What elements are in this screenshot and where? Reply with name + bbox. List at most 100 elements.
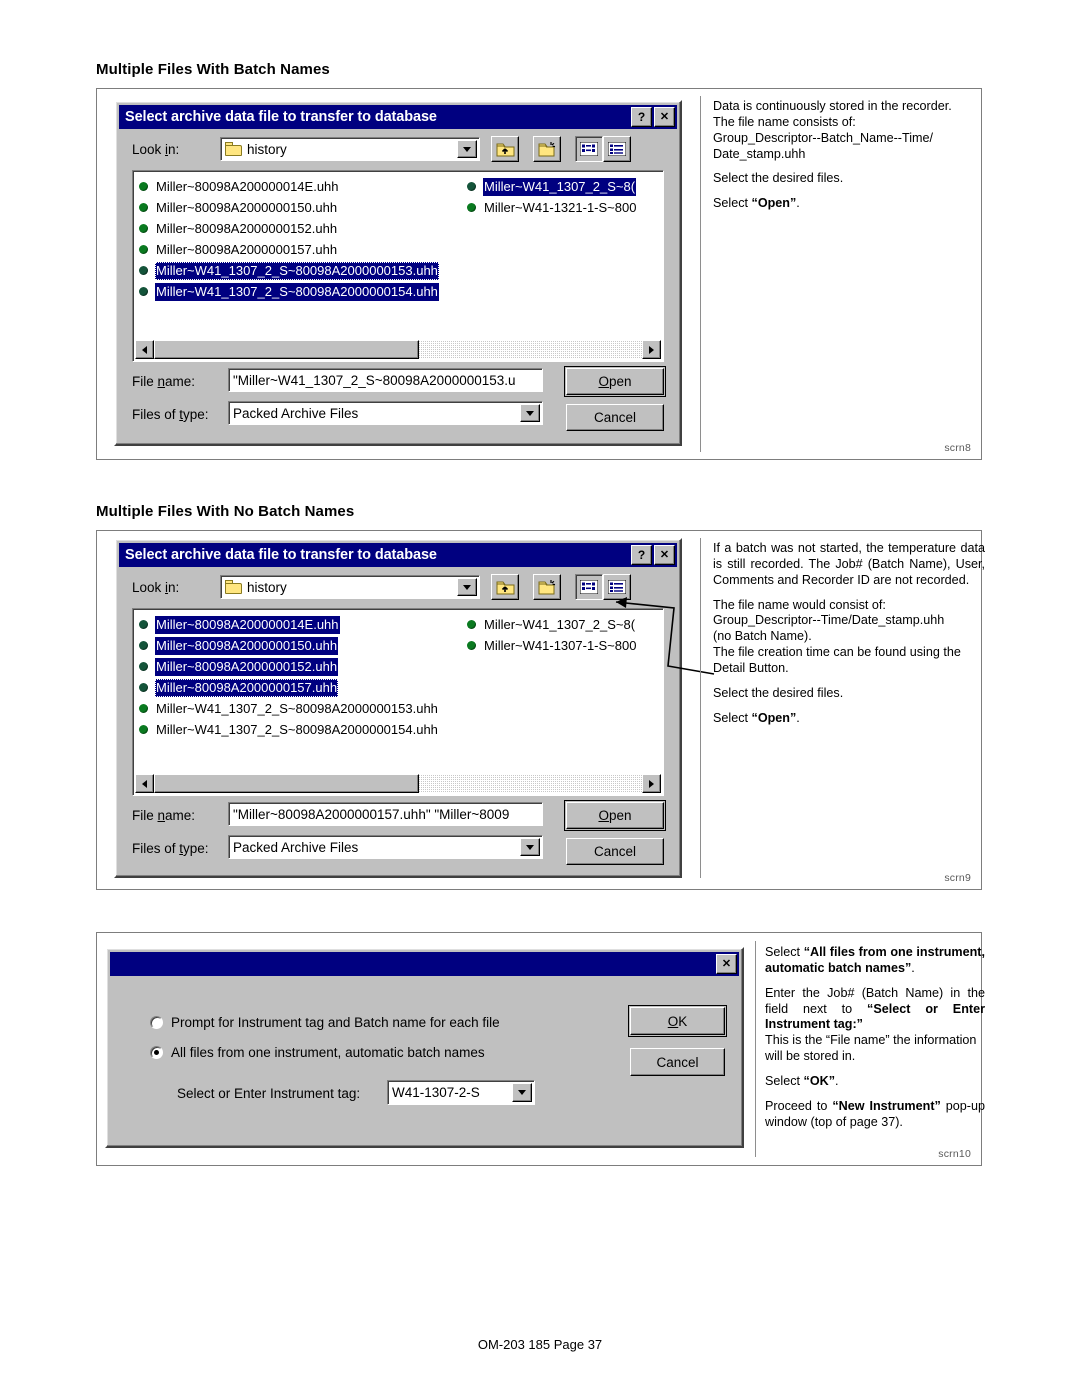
note1-select-open: Select “Open”. xyxy=(713,196,800,211)
file-name-value: "Miller~80098A2000000157.uhh" "Miller~80… xyxy=(233,806,510,822)
list-item[interactable]: Miller~80098A2000000152.uhh xyxy=(135,656,441,677)
list-item[interactable]: Miller~80098A2000000152.uhh xyxy=(135,218,441,239)
list-view-icon xyxy=(580,142,598,156)
up-one-level-button[interactable] xyxy=(491,136,519,162)
details-view-button[interactable] xyxy=(603,136,631,162)
file-name-value: "Miller~W41_1307_2_S~80098A2000000153.u xyxy=(233,372,516,388)
chevron-down-icon[interactable] xyxy=(457,578,477,596)
radio-icon[interactable] xyxy=(150,1046,163,1059)
note-batch-names: Data is continuously stored in the recor… xyxy=(713,99,983,221)
file-type-icon xyxy=(139,662,148,671)
list-item[interactable]: Miller~80098A200000014E.uhh xyxy=(135,176,441,197)
list-item-label: Miller~W41_1307_2_S~80098A2000000153.uhh xyxy=(155,261,439,280)
chevron-down-icon[interactable] xyxy=(512,1083,532,1102)
instrument-tag-combo[interactable]: W41-1307-2-S xyxy=(387,1080,535,1105)
scroll-track[interactable] xyxy=(154,340,642,359)
list-view-button[interactable] xyxy=(575,136,603,162)
help-icon[interactable]: ? xyxy=(631,107,652,127)
file-type-icon xyxy=(139,683,148,692)
file-column-left: Miller~80098A200000014E.uhh Miller~80098… xyxy=(135,614,441,740)
look-in-combo[interactable]: history xyxy=(220,575,480,599)
figure-label-scrn8: scrn8 xyxy=(944,442,971,454)
list-view-icon xyxy=(580,580,598,594)
files-of-type-combo[interactable]: Packed Archive Files xyxy=(228,401,543,425)
list-item[interactable]: Miller~80098A2000000157.uhh xyxy=(135,677,441,698)
file-name-input[interactable]: "Miller~W41_1307_2_S~80098A2000000153.u xyxy=(228,368,543,392)
scroll-left-button[interactable] xyxy=(135,774,154,793)
list-item[interactable]: Miller~80098A2000000150.uhh xyxy=(135,197,441,218)
horizontal-scrollbar[interactable] xyxy=(135,340,661,359)
chevron-down-icon[interactable] xyxy=(520,838,540,856)
list-item[interactable]: Miller~W41_1307_2_S~80098A2000000153.uhh xyxy=(135,698,441,719)
close-icon[interactable]: ✕ xyxy=(716,954,737,974)
close-icon[interactable]: ✕ xyxy=(654,107,675,127)
look-in-value: history xyxy=(247,141,287,157)
option-prompt-each-file-label: Prompt for Instrument tag and Batch name… xyxy=(171,1015,500,1030)
scroll-right-button[interactable] xyxy=(642,340,661,359)
list-item[interactable]: Miller~W41_1307_2_S~80098A2000000154.uhh xyxy=(135,281,441,302)
list-item[interactable]: Miller~W41-1307-1-S~800 xyxy=(463,635,639,656)
open-button[interactable]: Open xyxy=(564,366,666,397)
up-one-level-button[interactable] xyxy=(491,574,519,600)
list-item-label: Miller~80098A2000000152.uhh xyxy=(155,657,339,676)
list-item[interactable]: Miller~W41-1321-1-S~800 xyxy=(463,197,639,218)
list-view-button[interactable] xyxy=(575,574,603,600)
up-folder-icon xyxy=(496,143,514,157)
chevron-down-icon[interactable] xyxy=(457,140,477,158)
file-type-icon xyxy=(139,224,148,233)
ok-button[interactable]: OK xyxy=(628,1005,727,1037)
files-of-type-combo[interactable]: Packed Archive Files xyxy=(228,835,543,859)
file-type-icon xyxy=(467,620,476,629)
files-of-type-label: Files of type: xyxy=(132,841,209,856)
list-item[interactable]: Miller~80098A2000000150.uhh xyxy=(135,635,441,656)
create-new-folder-button[interactable] xyxy=(533,136,561,162)
file-type-icon xyxy=(139,203,148,212)
list-item-label: Miller~80098A2000000157.uhh xyxy=(156,241,338,257)
list-item[interactable]: Miller~W41_1307_2_S~80098A2000000153.uhh xyxy=(135,260,441,281)
close-icon[interactable]: ✕ xyxy=(654,545,675,565)
note3-para3: This is the “File name” the information … xyxy=(765,1033,977,1064)
scroll-thumb[interactable] xyxy=(154,774,419,793)
look-in-combo[interactable]: history xyxy=(220,137,480,161)
file-list-2[interactable]: Miller~80098A200000014E.uhh Miller~80098… xyxy=(132,608,664,796)
note3-para1: Select “All files from one instrument, a… xyxy=(765,945,985,975)
details-view-icon xyxy=(608,142,626,156)
list-item[interactable]: Miller~80098A200000014E.uhh xyxy=(135,614,441,635)
help-icon[interactable]: ? xyxy=(631,545,652,565)
list-item[interactable]: Miller~80098A2000000157.uhh xyxy=(135,239,441,260)
option-prompt-each-file[interactable]: Prompt for Instrument tag and Batch name… xyxy=(150,1015,500,1030)
cancel-button[interactable]: Cancel xyxy=(566,838,664,865)
scroll-left-button[interactable] xyxy=(135,340,154,359)
note-batch-options: Select “All files from one instrument, a… xyxy=(765,945,985,1140)
file-type-icon xyxy=(139,287,148,296)
file-list-1[interactable]: Miller~80098A200000014E.uhh Miller~80098… xyxy=(132,170,664,362)
option-all-files-one-instrument[interactable]: All files from one instrument, automatic… xyxy=(150,1045,485,1060)
list-item[interactable]: Miller~W41_1307_2_S~8( xyxy=(463,614,639,635)
open-file-dialog-1: Select archive data file to transfer to … xyxy=(114,100,682,446)
list-item[interactable]: Miller~W41_1307_2_S~8( xyxy=(463,176,639,197)
open-button[interactable]: Open xyxy=(564,800,666,831)
file-column-right: Miller~W41_1307_2_S~8( Miller~W41-1307-1… xyxy=(463,614,639,656)
up-folder-icon xyxy=(496,581,514,595)
section-heading-no-batch-names: Multiple Files With No Batch Names xyxy=(96,503,355,520)
note2-para2b: Group_Descriptor--Time/Date_stamp.uhh xyxy=(713,613,945,628)
cancel-button[interactable]: Cancel xyxy=(566,404,664,431)
list-item-label: Miller~W41-1307-1-S~800 xyxy=(484,637,637,653)
details-view-button[interactable] xyxy=(603,574,631,600)
note2-para2a: The file name would consist of: xyxy=(713,597,886,612)
chevron-down-icon[interactable] xyxy=(520,404,540,422)
note1-select-files: Select the desired files. xyxy=(713,171,844,186)
option-all-files-label: All files from one instrument, automatic… xyxy=(171,1045,485,1060)
cancel-button[interactable]: Cancel xyxy=(630,1048,725,1076)
radio-icon[interactable] xyxy=(150,1016,163,1029)
file-name-input[interactable]: "Miller~80098A2000000157.uhh" "Miller~80… xyxy=(228,802,543,826)
scroll-track[interactable] xyxy=(154,774,642,793)
scroll-thumb[interactable] xyxy=(154,340,419,359)
list-item[interactable]: Miller~W41_1307_2_S~80098A2000000154.uhh xyxy=(135,719,441,740)
list-item-label: Miller~80098A2000000150.uhh xyxy=(155,636,339,655)
file-type-icon xyxy=(139,182,148,191)
create-new-folder-button[interactable] xyxy=(533,574,561,600)
horizontal-scrollbar[interactable] xyxy=(135,774,661,793)
scroll-right-button[interactable] xyxy=(642,774,661,793)
new-folder-icon xyxy=(538,142,555,157)
